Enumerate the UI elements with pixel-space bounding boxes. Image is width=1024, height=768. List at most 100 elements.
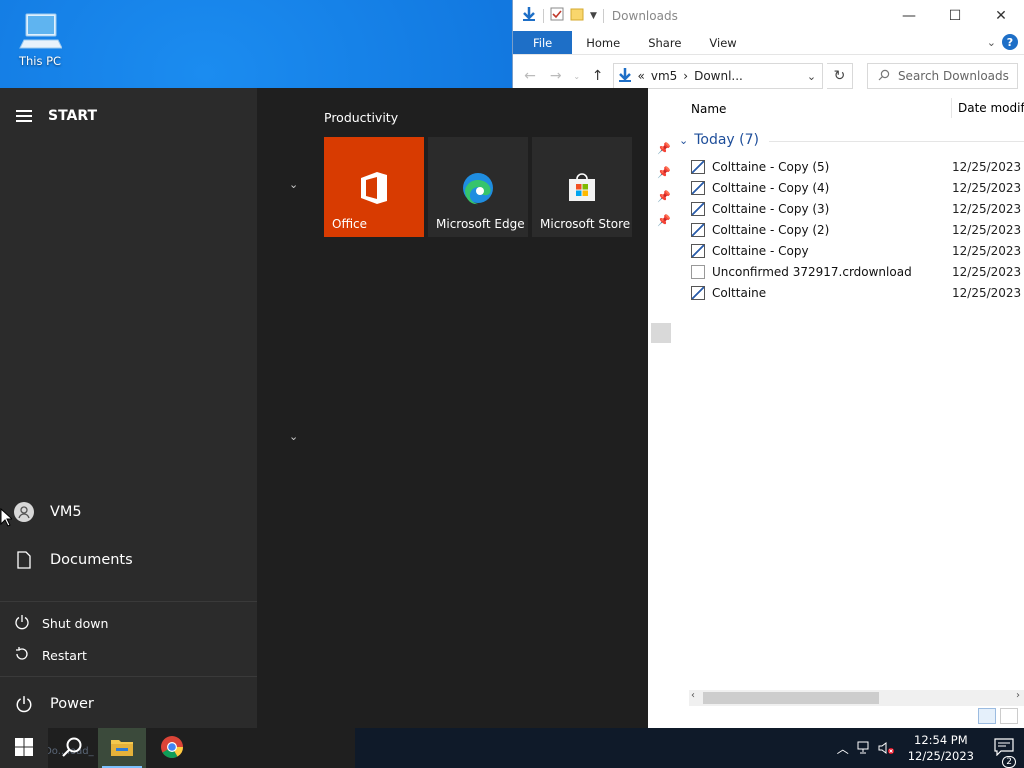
- mouse-cursor-icon: [0, 507, 14, 531]
- toolbar-separator: [602, 8, 604, 23]
- help-icon[interactable]: ?: [1002, 34, 1018, 50]
- column-header-name[interactable]: Name: [691, 102, 726, 116]
- folder-icon: [110, 737, 134, 760]
- minimize-button[interactable]: —: [886, 0, 932, 31]
- window-controls: — ☐ ✕: [886, 0, 1024, 31]
- file-row[interactable]: Colttaine - Copy 12/25/2023 12: [691, 240, 1024, 261]
- power-item[interactable]: Power: [14, 694, 94, 714]
- toolbar-separator: [543, 8, 544, 23]
- tab-file[interactable]: File: [513, 31, 573, 54]
- maximize-button[interactable]: ☐: [932, 0, 978, 31]
- recent-locations-button[interactable]: ⌄: [571, 72, 583, 81]
- shutdown-label: Shut down: [42, 616, 109, 631]
- file-explorer-taskbar-button[interactable]: [98, 728, 146, 768]
- network-icon[interactable]: [854, 741, 876, 755]
- tile-group-title[interactable]: Productivity: [324, 110, 398, 125]
- tile-microsoft-edge[interactable]: Microsoft Edge: [428, 137, 528, 237]
- action-center-button[interactable]: 2: [984, 737, 1024, 768]
- application-file-icon: [691, 201, 705, 216]
- desktop-icon-this-pc[interactable]: This PC: [12, 8, 68, 68]
- application-file-icon: [691, 222, 705, 237]
- address-dropdown-icon[interactable]: ⌄: [807, 70, 822, 83]
- scrollbar-thumb[interactable]: [703, 692, 879, 704]
- file-row[interactable]: Colttaine - Copy (3) 12/25/2023 12: [691, 198, 1024, 219]
- scroll-left-icon[interactable]: ‹: [691, 690, 695, 701]
- search-button[interactable]: [48, 728, 96, 768]
- user-account-item[interactable]: VM5: [14, 502, 82, 522]
- file-row[interactable]: Colttaine - Copy (5) 12/25/2023 12: [691, 156, 1024, 177]
- volume-muted-icon[interactable]: [876, 741, 898, 755]
- breadcrumb-separator-icon: ›: [683, 69, 689, 83]
- file-name: Unconfirmed 372917.crdownload: [712, 264, 912, 279]
- tab-share[interactable]: Share: [634, 31, 695, 54]
- start-header[interactable]: START: [16, 108, 97, 124]
- search-placeholder: Search Downloads: [897, 69, 1009, 83]
- computer-icon: [18, 8, 63, 52]
- breadcrumb-vm5[interactable]: vm5: [651, 69, 677, 83]
- new-folder-icon[interactable]: [570, 7, 584, 24]
- horizontal-scrollbar[interactable]: ‹ ›: [689, 690, 1024, 706]
- details-view-button[interactable]: [978, 708, 996, 724]
- file-date: 12/25/2023 12: [952, 285, 1024, 300]
- back-button[interactable]: ←: [519, 68, 541, 84]
- file-rows: Colttaine - Copy (5)12/25/2023 12Colttai…: [691, 156, 1024, 303]
- search-input[interactable]: Search Downloads: [866, 63, 1019, 89]
- column-header-date[interactable]: Date modified: [951, 98, 1024, 118]
- tab-view[interactable]: View: [695, 31, 750, 54]
- restart-icon: [14, 646, 30, 665]
- application-file-icon: [691, 285, 705, 300]
- tile-office[interactable]: Office: [324, 137, 424, 237]
- tab-home[interactable]: Home: [572, 31, 634, 54]
- file-date: 12/25/2023 12: [952, 159, 1024, 174]
- file-row[interactable]: Colttaine 12/25/2023 12: [691, 282, 1024, 303]
- documents-label: Documents: [50, 552, 133, 568]
- address-bar[interactable]: « vm5 › Downl... ⌄: [612, 63, 824, 89]
- overflow-chevron-icon[interactable]: «: [638, 69, 645, 83]
- window-title: Downloads: [611, 8, 678, 23]
- windows-logo-icon: [15, 737, 33, 759]
- edge-logo-icon: [461, 171, 495, 208]
- close-button[interactable]: ✕: [978, 0, 1024, 31]
- system-tray: ︿ 12:54 PM 12/25/2023 2: [832, 728, 1024, 768]
- tile-label: Office: [332, 217, 368, 231]
- customize-dropdown-icon[interactable]: ▼: [590, 11, 597, 21]
- file-name: Colttaine: [712, 285, 767, 300]
- tile-microsoft-store[interactable]: Microsoft Store: [532, 137, 632, 237]
- hamburger-menu-icon[interactable]: [16, 110, 32, 122]
- file-row[interactable]: Colttaine - Copy (4) 12/25/2023 12: [691, 177, 1024, 198]
- start-button[interactable]: [0, 728, 48, 768]
- expand-ribbon-icon[interactable]: ⌄: [987, 31, 996, 54]
- properties-icon[interactable]: [550, 7, 564, 24]
- start-menu-sidebar: START VM5 Documents Shut down Restart Po…: [0, 88, 257, 728]
- show-hidden-icons-chevron-icon[interactable]: ︿: [832, 740, 854, 757]
- collapse-group-chevron-icon[interactable]: ⌄: [289, 430, 298, 443]
- breadcrumb-downloads[interactable]: Downl...: [694, 69, 743, 83]
- refresh-button[interactable]: ↻: [827, 63, 853, 89]
- scroll-right-icon[interactable]: ›: [1016, 690, 1020, 701]
- tile-label: Microsoft Store: [540, 217, 631, 231]
- shutdown-option[interactable]: Shut down: [14, 614, 108, 633]
- download-arrow-icon: [618, 67, 632, 86]
- group-label: Today (7): [694, 132, 759, 148]
- file-row[interactable]: Colttaine - Copy (2) 12/25/2023 12: [691, 219, 1024, 240]
- clock[interactable]: 12:54 PM 12/25/2023: [898, 732, 984, 764]
- tile-label: Microsoft Edge: [436, 217, 525, 231]
- power-label: Power: [50, 696, 94, 712]
- download-arrow-icon: [521, 6, 537, 25]
- restart-option[interactable]: Restart: [14, 646, 87, 665]
- documents-item[interactable]: Documents: [14, 550, 133, 570]
- file-date: 12/25/2023 12: [952, 222, 1024, 237]
- application-file-icon: [691, 180, 705, 195]
- collapse-group-chevron-icon[interactable]: ⌄: [289, 178, 298, 191]
- file-date: 12/25/2023 12: [952, 201, 1024, 216]
- user-name: VM5: [50, 504, 82, 520]
- power-icon: [14, 694, 34, 714]
- group-header-today[interactable]: ⌄ Today (7): [679, 132, 759, 148]
- file-name: Colttaine - Copy (5): [712, 159, 830, 174]
- notification-count-badge: 2: [1002, 755, 1016, 768]
- large-icons-view-button[interactable]: [1000, 708, 1018, 724]
- file-row[interactable]: Unconfirmed 372917.crdownload 12/25/2023 …: [691, 261, 1024, 282]
- up-button[interactable]: ↑: [587, 68, 609, 84]
- chrome-taskbar-button[interactable]: [148, 728, 196, 768]
- forward-button[interactable]: →: [545, 68, 567, 84]
